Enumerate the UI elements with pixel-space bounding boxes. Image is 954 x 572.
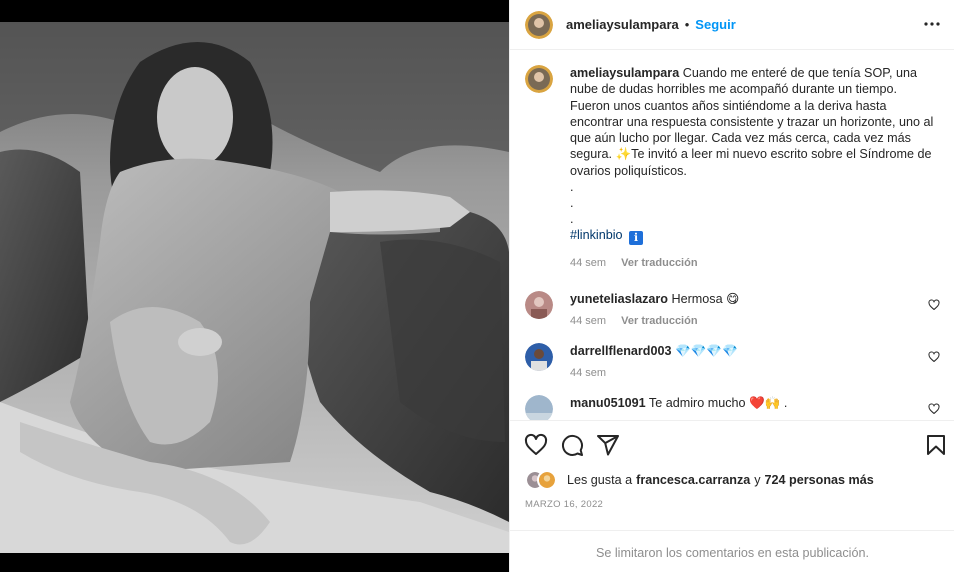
liker-username[interactable]: francesca.carranza <box>636 473 750 487</box>
post-photo[interactable] <box>0 22 509 553</box>
liker-avatar <box>537 470 557 490</box>
comment-username[interactable]: manu051091 <box>570 396 646 410</box>
comment-text: Te admiro mucho ❤️🙌 . <box>648 396 788 411</box>
caption-line: Cuando me enteré de que tenía SOP, una <box>682 66 918 80</box>
likes-and: y <box>754 473 761 487</box>
comment-item: yuneteliaslazaro Hermosa 😋 44 sem Ver tr… <box>525 291 940 329</box>
info-icon: ℹ <box>629 231 644 246</box>
caption-dot: . <box>570 180 574 195</box>
comment-like-icon[interactable] <box>928 351 940 363</box>
comment-item: darrellflenard003 💎💎💎💎 44 sem <box>525 343 940 381</box>
caption-username[interactable]: ameliaysulampara <box>570 66 679 80</box>
post-date[interactable]: MARZO 16, 2022 <box>525 499 603 510</box>
follow-button[interactable]: Seguir <box>695 17 735 32</box>
comment-icon[interactable] <box>560 433 584 457</box>
comments-limited-notice: Se limitaron los comentarios en esta pub… <box>510 530 954 572</box>
caption-dot: . <box>570 196 574 211</box>
caption-line: ovarios poliquísticos. <box>570 163 687 178</box>
photo-pane <box>0 0 509 572</box>
caption-time[interactable]: 44 sem <box>570 257 606 269</box>
share-icon[interactable] <box>596 433 620 457</box>
caption-avatar[interactable] <box>525 65 553 93</box>
comment-time[interactable]: 44 sem <box>570 367 606 379</box>
likers-avatars[interactable] <box>525 470 561 490</box>
likes-prefix: Les gusta a <box>567 473 633 487</box>
post-sidebar: ameliaysulampara • Seguir ameliaysulampa… <box>509 0 954 572</box>
bookmark-icon[interactable] <box>924 433 948 457</box>
commenter-avatar[interactable] <box>525 343 553 372</box>
comment-text: 💎💎💎💎 <box>675 344 738 359</box>
comments-list[interactable]: ameliaysulampara Cuando me enteré de que… <box>510 51 954 420</box>
caption-line: Fueron unos cuantos años sintiéndome a l… <box>570 98 887 113</box>
comment-text: Hermosa 😋 <box>671 292 740 307</box>
post-caption: ameliaysulampara Cuando me enteré de que… <box>525 65 940 271</box>
caption-line: que aún lucho por llegar. Cada vez más c… <box>570 131 911 146</box>
comment-like-icon[interactable] <box>928 403 940 415</box>
caption-line: encontrar una respuesta consistente y tr… <box>570 114 934 129</box>
more-icon[interactable] <box>923 15 941 33</box>
comment-like-icon[interactable] <box>928 299 940 311</box>
commenter-avatar[interactable] <box>525 395 553 420</box>
author-avatar[interactable] <box>525 10 553 39</box>
comment-time[interactable]: 44 sem <box>570 315 606 327</box>
comment-username[interactable]: darrellflenard003 <box>570 344 672 358</box>
post-header: ameliaysulampara • Seguir <box>510 0 954 50</box>
commenter-avatar[interactable] <box>525 291 553 320</box>
caption-line: segura. ✨Te invitó a leer mi nuevo escri… <box>570 147 932 162</box>
hashtag-link[interactable]: #linkinbio <box>570 228 623 242</box>
translate-button[interactable]: Ver traducción <box>621 257 697 269</box>
likes-summary: Les gusta a francesca.carranza y 724 per… <box>525 470 874 490</box>
author-username[interactable]: ameliaysulampara <box>566 17 679 32</box>
translate-button[interactable]: Ver traducción <box>621 315 697 327</box>
comment-username[interactable]: yuneteliaslazaro <box>570 292 668 306</box>
caption-line: nube de dudas horribles me acompañó dura… <box>570 82 897 97</box>
caption-dot: . <box>570 212 574 227</box>
separator-dot: • <box>684 17 690 32</box>
likes-count[interactable]: 724 personas más <box>765 473 874 487</box>
comment-item: manu051091 Te admiro mucho ❤️🙌 . <box>525 395 940 420</box>
action-bar <box>510 420 954 468</box>
heart-icon[interactable] <box>524 433 548 457</box>
